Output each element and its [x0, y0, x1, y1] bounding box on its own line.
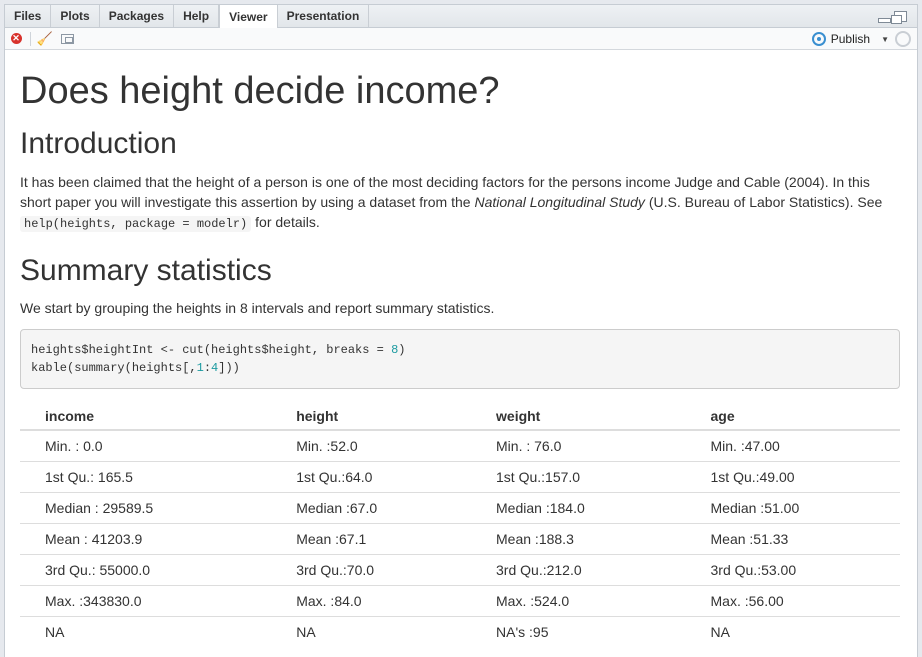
publish-label: Publish [830, 32, 871, 46]
summary-heading: Summary statistics [20, 254, 272, 287]
show-in-window-button[interactable] [56, 29, 78, 49]
table-cell: 3rd Qu.:212.0 [471, 553, 686, 585]
stop-icon: ✕ [10, 33, 22, 44]
intro-text-3: for details. [251, 214, 320, 230]
table-cell: 3rd Qu.:53.00 [685, 553, 900, 585]
table-cell: Median : 29589.5 [20, 491, 272, 523]
table-row: Max. :343830.0 Max. :84.0 Max. :524.0 Ma… [20, 584, 900, 616]
table-header-row: income height weight age [20, 402, 900, 431]
page-title: Does height decide income? [20, 70, 500, 112]
toolbar-divider [30, 31, 31, 46]
table-cell: 1st Qu.:157.0 [471, 460, 686, 492]
maximize-pane-icon[interactable] [891, 11, 907, 24]
table-cell: Median :51.00 [685, 491, 900, 523]
summary-table: income height weight age Min. : 0.0 Min.… [20, 402, 900, 647]
table-cell: NA [685, 615, 900, 647]
table-row: Mean : 41203.9 Mean :67.1 Mean :188.3 Me… [20, 522, 900, 554]
publish-icon [811, 32, 826, 46]
pane-tab-bar: Files Plots Packages Help Viewer Present… [5, 5, 917, 28]
tab-files[interactable]: Files [5, 5, 52, 27]
table-cell: Min. :47.00 [710, 437, 780, 454]
table-header-cell: income [20, 402, 272, 431]
code-text: ) [398, 343, 406, 357]
window-controls [878, 11, 907, 24]
table-header-cell: age [685, 402, 900, 431]
code-text: kable(summary(heights[, [31, 361, 197, 375]
summary-paragraph: We start by grouping the heights in 8 in… [20, 300, 495, 316]
broom-icon: 🧹 [36, 30, 54, 46]
table-cell: Min. : 76.0 [496, 437, 562, 454]
tab-packages[interactable]: Packages [100, 5, 175, 27]
table-cell: Max. :56.00 [685, 584, 900, 616]
popout-window-icon [60, 33, 74, 44]
table-cell: Max. :524.0 [471, 584, 686, 616]
table-cell: 3rd Qu.: 55000.0 [20, 553, 272, 585]
table-header-cell: weight [471, 402, 686, 431]
refresh-icon[interactable] [895, 31, 911, 47]
table-cell: NA's :95 [471, 615, 686, 647]
table-cell: 1st Qu.:64.0 [271, 460, 472, 492]
tab-presentation[interactable]: Presentation [278, 5, 370, 27]
table-cell: 1st Qu.: 165.5 [20, 460, 272, 492]
code-line-2: kable(summary(heights[,1:4])) [31, 361, 240, 375]
intro-heading: Introduction [20, 127, 177, 160]
table-cell: Min. :52.0 [296, 437, 358, 454]
tab-help[interactable]: Help [174, 5, 220, 27]
table-header-cell: height [271, 402, 472, 431]
tab-plots[interactable]: Plots [51, 5, 100, 27]
tab-viewer[interactable]: Viewer [219, 5, 278, 28]
viewer-content: Does height decide income? Introduction … [5, 68, 900, 647]
code-text: ])) [218, 361, 240, 375]
table-cell: 1st Qu.:49.00 [685, 460, 900, 492]
code-block: heights$heightInt <- cut(heights$height,… [20, 329, 900, 389]
intro-paragraph: It has been claimed that the height of a… [20, 172, 900, 234]
intro-inline-code: help(heights, package = modelr) [20, 216, 252, 232]
table-row: Median : 29589.5 Median :67.0 Median :18… [20, 491, 900, 523]
table-row: 3rd Qu.: 55000.0 3rd Qu.:70.0 3rd Qu.:21… [20, 553, 900, 585]
table-cell: NA [271, 615, 472, 647]
stop-button[interactable]: ✕ [5, 29, 27, 49]
table-cell: Min. : 0.0 [45, 437, 103, 454]
minimize-pane-icon[interactable] [878, 18, 891, 23]
table-cell: Max. :343830.0 [20, 584, 272, 616]
table-cell: 3rd Qu.:70.0 [271, 553, 472, 585]
table-row: 1st Qu.: 165.5 1st Qu.:64.0 1st Qu.:157.… [20, 460, 900, 492]
table-cell: NA [20, 615, 272, 647]
code-number: 1 [196, 361, 204, 375]
table-row: NA NA NA's :95 NA [20, 615, 900, 647]
table-cell: Mean :51.33 [685, 522, 900, 554]
viewer-pane: Files Plots Packages Help Viewer Present… [4, 4, 918, 657]
code-text: : [203, 361, 212, 375]
intro-italic: National Longitudinal Study [474, 194, 645, 210]
code-text: heights$heightInt <- cut(heights$height,… [31, 343, 392, 357]
table-cell: Mean : 41203.9 [20, 522, 272, 554]
table-row: Min. : 0.0 Min. :52.0 Min. : 76.0 Min. :… [20, 430, 900, 461]
table-cell: Mean :67.1 [271, 522, 472, 554]
table-cell: Median :184.0 [471, 491, 686, 523]
intro-text-2: (U.S. Bureau of Labor Statistics). See [644, 194, 883, 210]
publish-button[interactable]: Publish ▼ [811, 30, 889, 48]
table-cell: Max. :84.0 [271, 584, 472, 616]
code-line-1: heights$heightInt <- cut(heights$height,… [31, 343, 405, 357]
table-cell: Mean :188.3 [471, 522, 686, 554]
table-cell: Median :67.0 [271, 491, 472, 523]
clear-viewer-button[interactable]: 🧹 [34, 29, 56, 49]
viewer-toolbar: ✕ 🧹 Publish ▼ [5, 28, 917, 50]
chevron-down-icon[interactable]: ▼ [881, 35, 889, 44]
